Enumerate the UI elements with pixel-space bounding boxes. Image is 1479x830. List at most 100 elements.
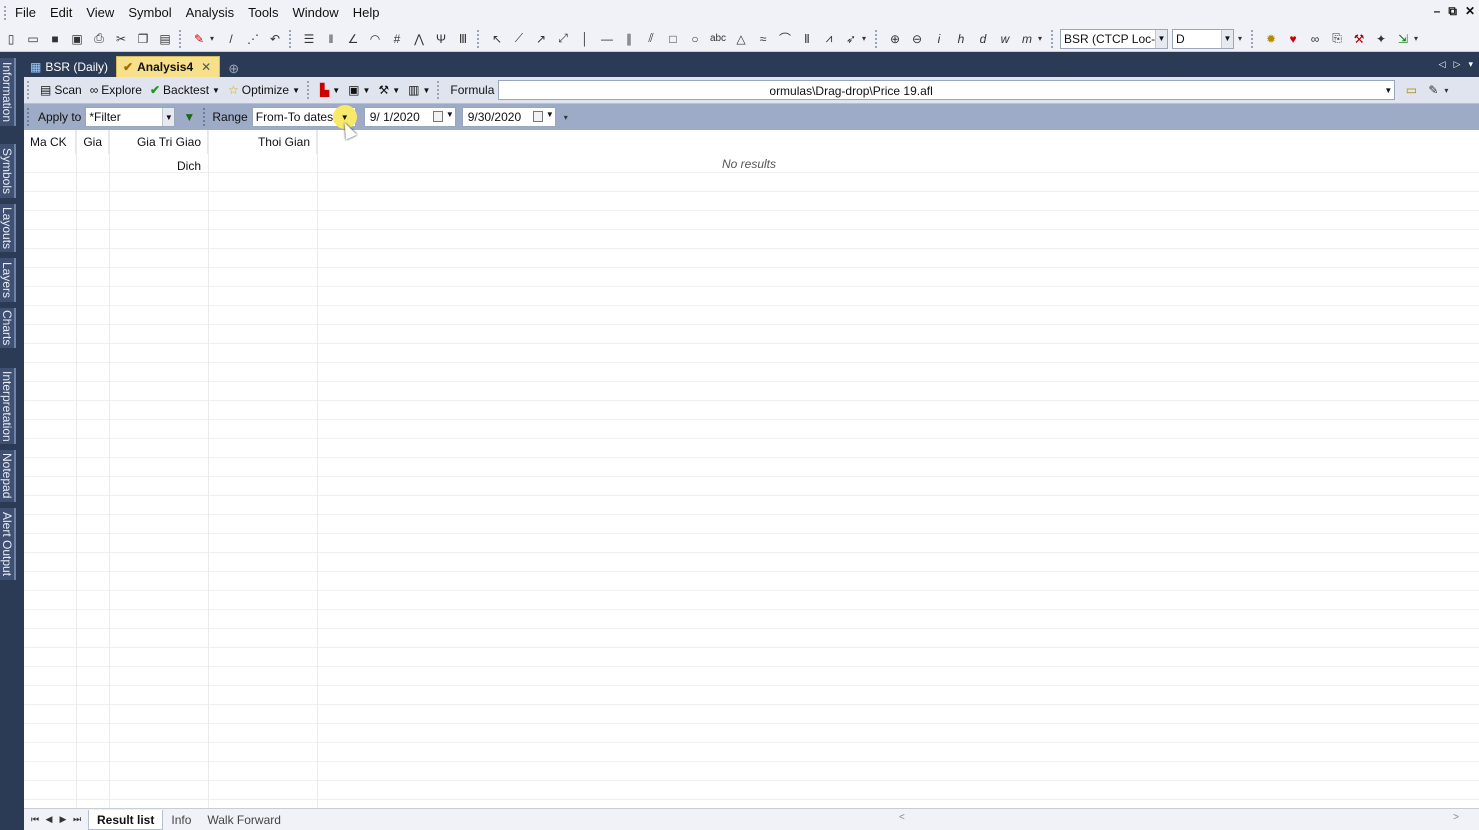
chevron-down-icon[interactable]: ▼ — [162, 108, 175, 126]
last-tab-icon[interactable]: ⏭ — [70, 814, 84, 825]
interval-combo[interactable]: D ▼ — [1172, 28, 1234, 49]
select-arrow-icon[interactable]: ↖ — [487, 29, 507, 49]
save-icon[interactable]: ■ — [45, 29, 65, 49]
heart-icon[interactable]: ♥ — [1283, 29, 1303, 49]
monthly-icon[interactable]: m — [1017, 29, 1037, 49]
next-tab-icon[interactable]: ▶ — [56, 814, 70, 825]
save-all-icon[interactable]: ▣ — [67, 29, 87, 49]
fan-icon[interactable]: ⋀ — [409, 29, 429, 49]
cycle-lines-icon[interactable]: Ⅲ — [453, 29, 473, 49]
angle-icon[interactable]: ∠ — [343, 29, 363, 49]
scroll-left-icon[interactable]: ◁ — [1439, 59, 1446, 70]
chevron-down-icon[interactable]: ▼ — [332, 86, 340, 95]
settings-button[interactable]: ⚒ ▼ — [374, 79, 404, 101]
zoom-in-icon[interactable]: ⊕ — [885, 29, 905, 49]
restore-button[interactable]: ⧉ — [1448, 4, 1457, 19]
apply-to-combo[interactable]: *Filter ▼ — [85, 107, 176, 127]
hourly-icon[interactable]: h — [951, 29, 971, 49]
pitchfork-icon[interactable]: Ψ — [431, 29, 451, 49]
chevron-down-icon[interactable]: ▾ — [862, 34, 870, 43]
chevron-down-icon[interactable]: ▼ — [1155, 29, 1167, 48]
vertical-line-icon[interactable]: │ — [575, 29, 595, 49]
menu-file[interactable]: File — [8, 0, 43, 26]
optimize-button[interactable]: ☆ Optimize ▼ — [224, 79, 304, 101]
report-chart-button[interactable]: ▙ ▼ — [316, 79, 344, 101]
scroll-left-icon[interactable]: < — [899, 812, 905, 827]
column-header-thoi-gian[interactable]: Thoi Gian — [208, 130, 317, 154]
menu-tools[interactable]: Tools — [241, 0, 285, 26]
trendline-icon[interactable]: ⟋ — [509, 29, 529, 49]
column-header-gia[interactable]: Gia — [76, 130, 109, 154]
chevron-down-icon[interactable]: ▼ — [1382, 81, 1394, 99]
chevron-down-icon[interactable]: ▾ — [1414, 34, 1422, 43]
menu-edit[interactable]: Edit — [43, 0, 79, 26]
column-header-gia-tri-giao-dich[interactable]: Gia Tri Giao Dich — [109, 130, 208, 173]
chevron-down-icon[interactable]: ▼ — [422, 86, 430, 95]
symbol-combo[interactable]: BSR (CTCP Loc-H ▼ — [1060, 28, 1168, 49]
prev-tab-icon[interactable]: ◀ — [42, 814, 56, 825]
menu-window[interactable]: Window — [285, 0, 345, 26]
zigzag-icon[interactable]: ≈ — [753, 29, 773, 49]
text-tool-icon[interactable]: abc — [707, 29, 729, 49]
column-header-ma-ck[interactable]: Ma CK — [24, 130, 76, 154]
pencil-icon[interactable]: / — [221, 29, 241, 49]
sidebar-tab-notepad[interactable]: Notepad — [0, 450, 16, 502]
chevron-down-icon[interactable]: ▾ — [1238, 34, 1246, 43]
filter-icon[interactable]: ▼ — [179, 107, 199, 127]
chevron-down-icon[interactable]: ▾ — [210, 34, 218, 43]
chevron-down-icon[interactable]: ▾ — [1444, 86, 1452, 95]
grid-icon[interactable]: # — [387, 29, 407, 49]
chevron-down-icon[interactable]: ▾ — [564, 113, 572, 122]
chevron-down-icon[interactable]: ▼ — [363, 86, 371, 95]
triangle-icon[interactable]: △ — [731, 29, 751, 49]
arc-icon[interactable]: ◠ — [365, 29, 385, 49]
backtest-button[interactable]: ✔ Backtest ▼ — [146, 79, 224, 101]
channel-icon[interactable]: ⫽ — [641, 29, 661, 49]
daily-icon[interactable]: d — [973, 29, 993, 49]
arc-tool-icon[interactable]: ⌒ — [775, 29, 795, 49]
close-button[interactable]: ✕ — [1465, 4, 1475, 19]
toolbar-grip[interactable] — [27, 81, 33, 99]
sidebar-tab-symbols[interactable]: Symbols — [0, 144, 16, 198]
menu-view[interactable]: View — [79, 0, 121, 26]
chevron-down-icon[interactable]: ▼ — [392, 86, 400, 95]
date-from-picker[interactable]: 9/ 1/2020 ▼ — [363, 107, 456, 127]
vertical-lines-icon[interactable]: ‖ — [321, 29, 341, 49]
sidebar-tab-layouts[interactable]: Layouts — [0, 204, 16, 252]
paste-icon[interactable]: ▤ — [155, 29, 175, 49]
ray-icon[interactable]: ↗ — [531, 29, 551, 49]
close-icon[interactable]: ✕ — [201, 60, 211, 74]
rectangle-icon[interactable]: □ — [663, 29, 683, 49]
gann-icon[interactable]: Ⅱ — [797, 29, 817, 49]
chevron-down-icon[interactable]: ▼ — [1221, 29, 1233, 48]
sidebar-tab-interpretation[interactable]: Interpretation — [0, 368, 16, 444]
formula-path-combo[interactable]: ormulas\Drag-drop\Price 19.afl ▼ — [498, 80, 1396, 100]
sidebar-tab-information[interactable]: Information — [0, 58, 16, 126]
extended-line-icon[interactable]: ⤢ — [553, 29, 573, 49]
sidebar-tab-alert-output[interactable]: Alert Output — [0, 508, 16, 580]
horizontal-scrollbar[interactable]: < > — [899, 812, 1459, 827]
toolbar-grip[interactable] — [27, 108, 33, 126]
scroll-right-icon[interactable]: > — [1453, 812, 1459, 827]
horizontal-lines-icon[interactable]: ☰ — [299, 29, 319, 49]
tab-list-icon[interactable]: ▾ — [1468, 59, 1473, 70]
arrow-tool-icon[interactable]: ➶ — [841, 29, 861, 49]
undo-icon[interactable]: ↶ — [265, 29, 285, 49]
pages-icon[interactable]: ⎘ — [1327, 29, 1347, 49]
new-tab-icon[interactable]: ⊕ — [228, 61, 239, 77]
tab-bsr-daily[interactable]: ▦ BSR (Daily) — [24, 56, 116, 77]
pen-color-icon[interactable]: ✎ — [189, 29, 209, 49]
menu-help[interactable]: Help — [346, 0, 387, 26]
hammer-icon[interactable]: ⚒ — [1349, 29, 1369, 49]
open-folder-icon[interactable]: ▭ — [23, 29, 43, 49]
interval-icon[interactable]: i — [929, 29, 949, 49]
parallel-lines-icon[interactable]: ∥ — [619, 29, 639, 49]
wand-icon[interactable]: ✦ — [1371, 29, 1391, 49]
chevron-down-icon[interactable]: ▼ — [212, 86, 220, 95]
minimize-button[interactable]: – — [1434, 4, 1441, 19]
chevron-down-icon[interactable]: ▼ — [546, 110, 554, 119]
chevron-down-icon[interactable]: ▾ — [1038, 34, 1046, 43]
edit-formula-icon[interactable]: ✎ — [1423, 80, 1443, 100]
scroll-right-icon[interactable]: ▷ — [1454, 59, 1461, 70]
explore-button[interactable]: ∞ Explore — [86, 79, 146, 101]
